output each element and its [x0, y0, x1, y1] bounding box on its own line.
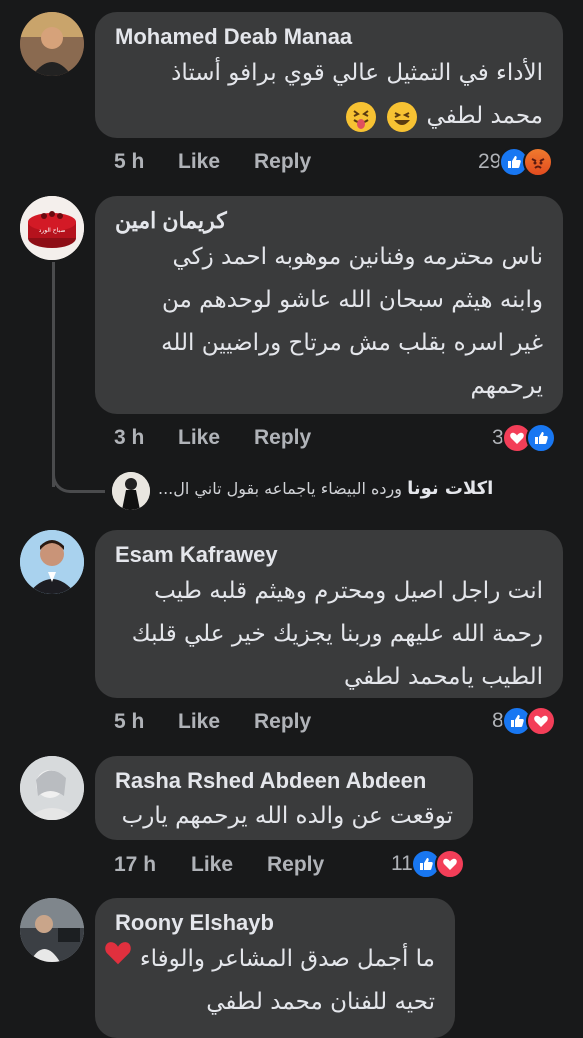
comment-time[interactable]: 5 h: [114, 710, 144, 734]
person-photo-icon: [20, 898, 84, 962]
comment-author[interactable]: Roony Elshayb: [115, 908, 435, 938]
reply-text: ورده البيضاء ياجماعه بقول تاني ال...: [158, 479, 402, 498]
thread-connector-curve: [52, 466, 105, 493]
love-reaction-icon: [434, 849, 465, 879]
reactions-summary[interactable]: 29: [478, 147, 554, 177]
squinting-tongue-emoji-icon: [345, 101, 376, 132]
comment-author[interactable]: Mohamed Deab Manaa: [115, 22, 543, 52]
comment-text: ناس محترمه وفنانين موهوبه احمد زكي وابنه…: [115, 236, 543, 408]
comment-text: توقعت عن والده الله يرحمهم يارب: [115, 796, 453, 836]
avatar[interactable]: صباح الورد: [20, 196, 84, 260]
comment-bubble: Rasha Rshed Abdeen Abdeen توقعت عن والده…: [95, 756, 473, 840]
comment-line: ما أجمل صدق المشاعر والوفاء: [104, 938, 435, 981]
comment-line: تحيه للفنان محمد لطفي: [206, 989, 435, 1015]
comment-line: الأداء في التمثيل عالي قوي برافو أستاذ: [171, 60, 543, 86]
reply-button[interactable]: Reply: [254, 710, 311, 734]
comment-bubble: Esam Kafrawey انت راجل اصيل ومحترم وهيثم…: [95, 530, 563, 698]
like-button[interactable]: Like: [191, 853, 233, 877]
person-photo-icon: [20, 530, 84, 594]
comment-line: محمد لطفي: [115, 95, 543, 138]
comment-line: يرحمهم: [470, 373, 543, 399]
comment-line: وابنه هيثم سبحان الله عاشو لوحدهم من: [162, 287, 543, 313]
reply-avatar: [112, 472, 150, 510]
comment-author[interactable]: كريمان امين: [115, 206, 543, 236]
avatar[interactable]: [20, 898, 84, 962]
angry-reaction-icon: [523, 147, 554, 177]
comment-line: غير اسره بقلب مش مرتاح وراضيين الله: [161, 330, 543, 356]
comment-line: رحمة الله عليهم وربنا يجزيك خير علي قلبك: [131, 621, 543, 647]
comment-author[interactable]: Rasha Rshed Abdeen Abdeen: [115, 766, 453, 796]
avatar[interactable]: [20, 12, 84, 76]
cake-photo-icon: صباح الورد: [20, 196, 84, 260]
reactions-summary[interactable]: 3: [492, 423, 556, 453]
comment-time[interactable]: 17 h: [114, 853, 156, 877]
svg-text:صباح الورد: صباح الورد: [39, 227, 66, 234]
comment-time[interactable]: 5 h: [114, 150, 144, 174]
comment-bubble: Roony Elshayb ما أجمل صدق المشاعر والوفا…: [95, 898, 455, 1038]
person-silhouette-icon: [112, 472, 150, 510]
comment-line: الطيب يامحمد لطفي: [343, 664, 543, 690]
reply-button[interactable]: Reply: [267, 853, 324, 877]
avatar[interactable]: [20, 530, 84, 594]
comment-author[interactable]: Esam Kafrawey: [115, 540, 543, 570]
like-button[interactable]: Like: [178, 710, 220, 734]
laughing-emoji-icon: [387, 101, 418, 132]
avatar[interactable]: [20, 756, 84, 820]
reply-button[interactable]: Reply: [254, 426, 311, 450]
comment-text: الأداء في التمثيل عالي قوي برافو أستاذ م…: [115, 52, 543, 138]
comment-actions: 17 h Like Reply: [0, 845, 583, 885]
comment-line: انت راجل اصيل ومحترم وهيثم قلبه طيب: [154, 578, 543, 604]
reply-author: اكلات نونا: [407, 478, 494, 499]
like-reaction-icon: [525, 423, 556, 453]
reply-button[interactable]: Reply: [254, 150, 311, 174]
comment-line: توقعت عن والده الله يرحمهم يارب: [121, 803, 453, 829]
reactions-count: 11: [391, 852, 413, 875]
red-heart-icon: [103, 938, 133, 981]
person-photo-icon: [20, 12, 84, 76]
comment-text: ما أجمل صدق المشاعر والوفاء تحيه للفنان …: [104, 938, 435, 1024]
reactions-count: 29: [478, 150, 502, 173]
comment-line: ناس محترمه وفنانين موهوبه احمد زكي: [172, 244, 543, 270]
reactions-summary[interactable]: 8: [492, 706, 556, 736]
comment-bubble: Mohamed Deab Manaa الأداء في التمثيل عال…: [95, 12, 563, 138]
reply-preview-line: اكلات نونا ورده البيضاء ياجماعه بقول تان…: [158, 478, 493, 499]
comment-text: انت راجل اصيل ومحترم وهيثم قلبه طيب رحمة…: [115, 570, 543, 699]
comment-line-text: ما أجمل صدق المشاعر والوفاء: [139, 946, 435, 972]
reply-preview[interactable]: اكلات نونا ورده البيضاء ياجماعه بقول تان…: [112, 470, 572, 510]
comment-time[interactable]: 3 h: [114, 426, 144, 450]
person-photo-icon: [20, 756, 84, 820]
comment-line-text: محمد لطفي: [426, 103, 543, 129]
love-reaction-icon: [525, 706, 556, 736]
reactions-summary[interactable]: 11: [391, 849, 465, 879]
like-button[interactable]: Like: [178, 426, 220, 450]
comment-bubble: كريمان امين ناس محترمه وفنانين موهوبه اح…: [95, 196, 563, 414]
like-button[interactable]: Like: [178, 150, 220, 174]
